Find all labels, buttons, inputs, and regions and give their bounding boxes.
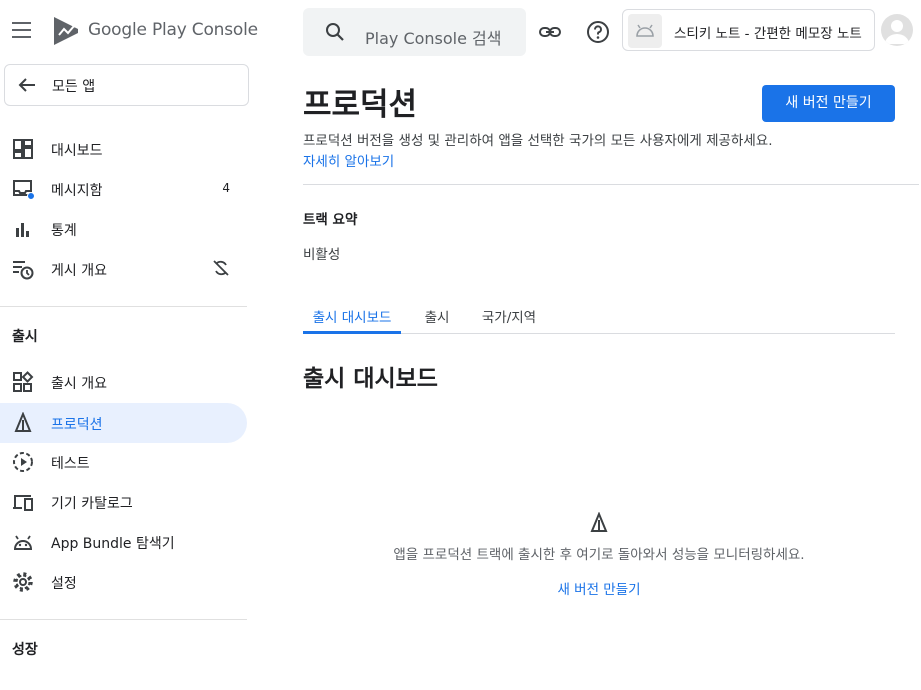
sidebar-item-dashboard[interactable]: 대시보드 bbox=[0, 129, 247, 169]
learn-more-link[interactable]: 자세히 알아보기 bbox=[303, 150, 394, 170]
publishing-overview-icon bbox=[13, 261, 34, 280]
arrow-back-icon bbox=[18, 78, 35, 92]
tab-releases[interactable]: 출시 bbox=[415, 298, 459, 334]
android-icon bbox=[13, 535, 33, 550]
sidebar-item-label: 설정 bbox=[51, 576, 77, 592]
release-overview-icon bbox=[13, 371, 34, 392]
brand-name: Google Play Console bbox=[88, 20, 258, 40]
dashboard-icon bbox=[13, 139, 33, 159]
search-placeholder: Play Console 검색 bbox=[365, 29, 502, 48]
android-icon bbox=[636, 24, 654, 37]
tab-countries-regions[interactable]: 국가/지역 bbox=[473, 298, 545, 334]
sidebar-item-production[interactable]: 프로덕션 bbox=[0, 403, 247, 443]
sync-off-icon bbox=[213, 260, 229, 276]
sidebar-item-statistics[interactable]: 통계 bbox=[0, 209, 247, 249]
track-summary-value: 비활성 bbox=[303, 247, 341, 263]
inbox-count-badge: 4 bbox=[222, 181, 230, 195]
sidebar-item-label: 출시 개요 bbox=[51, 376, 107, 392]
tab-bar: 출시 대시보드 출시 국가/지역 bbox=[303, 298, 895, 334]
play-console-logo[interactable] bbox=[52, 16, 80, 46]
page-title: 프로덕션 bbox=[303, 87, 418, 123]
sidebar-item-inbox[interactable]: 메시지함 4 bbox=[0, 169, 247, 209]
sidebar: Google Play Console 모든 앱 대시보드 메시지함 4 통계 … bbox=[0, 0, 262, 690]
release-section-label: 출시 bbox=[12, 329, 38, 345]
sidebar-item-label: 기기 카탈로그 bbox=[51, 496, 133, 512]
menu-icon[interactable] bbox=[12, 22, 34, 42]
create-release-link[interactable]: 새 버전 만들기 bbox=[303, 578, 895, 598]
sidebar-item-label: 메시지함 bbox=[51, 183, 103, 199]
section-title: 출시 대시보드 bbox=[303, 366, 438, 392]
production-icon bbox=[590, 512, 608, 532]
content-divider bbox=[303, 184, 919, 185]
growth-section-label: 성장 bbox=[12, 642, 38, 658]
all-apps-button[interactable]: 모든 앱 bbox=[4, 64, 249, 106]
inbox-icon bbox=[13, 180, 34, 200]
sidebar-item-testing[interactable]: 테스트 bbox=[0, 442, 247, 482]
search-input[interactable]: Play Console 검색 bbox=[303, 8, 526, 56]
bar-chart-icon bbox=[16, 223, 29, 237]
settings-icon bbox=[13, 572, 33, 592]
help-icon[interactable] bbox=[586, 20, 610, 44]
app-selector[interactable]: 스티키 노트 - 간편한 메모장 노트 bbox=[622, 9, 875, 51]
tab-release-dashboard[interactable]: 출시 대시보드 bbox=[303, 298, 401, 334]
avatar[interactable] bbox=[881, 14, 913, 46]
link-icon[interactable] bbox=[538, 20, 562, 44]
create-release-button[interactable]: 새 버전 만들기 bbox=[762, 85, 895, 122]
search-icon bbox=[326, 23, 344, 41]
sidebar-item-label: 프로덕션 bbox=[51, 417, 103, 433]
sidebar-item-settings[interactable]: 설정 bbox=[0, 562, 247, 602]
testing-icon bbox=[13, 452, 33, 472]
all-apps-label: 모든 앱 bbox=[52, 79, 96, 95]
sidebar-item-label: 대시보드 bbox=[51, 143, 103, 159]
track-summary-label: 트랙 요약 bbox=[303, 212, 358, 228]
sidebar-item-label: 통계 bbox=[51, 223, 77, 239]
sidebar-divider bbox=[0, 619, 247, 620]
sidebar-item-label: 테스트 bbox=[51, 456, 90, 472]
sidebar-divider bbox=[0, 306, 247, 307]
sidebar-item-device-catalog[interactable]: 기기 카탈로그 bbox=[0, 482, 247, 522]
page-description: 프로덕션 버전을 생성 및 관리하여 앱을 선택한 국가의 모든 사용자에게 제… bbox=[303, 133, 773, 149]
app-name: 스티키 노트 - 간편한 메모장 노트 bbox=[674, 26, 862, 42]
sidebar-item-release-overview[interactable]: 출시 개요 bbox=[0, 362, 247, 402]
production-icon bbox=[14, 412, 32, 432]
app-icon bbox=[628, 14, 662, 48]
account-icon bbox=[885, 20, 909, 44]
device-catalog-icon bbox=[13, 495, 33, 511]
sidebar-item-label: App Bundle 탐색기 bbox=[51, 536, 175, 552]
empty-state-message: 앱을 프로덕션 트랙에 출시한 후 여기로 돌아와서 성능을 모니터링하세요. bbox=[393, 547, 805, 563]
sidebar-item-publishing-overview[interactable]: 게시 개요 bbox=[0, 249, 247, 289]
sidebar-item-app-bundle-explorer[interactable]: App Bundle 탐색기 bbox=[0, 522, 247, 562]
sidebar-header: Google Play Console bbox=[0, 0, 262, 64]
sidebar-item-label: 게시 개요 bbox=[51, 263, 107, 279]
